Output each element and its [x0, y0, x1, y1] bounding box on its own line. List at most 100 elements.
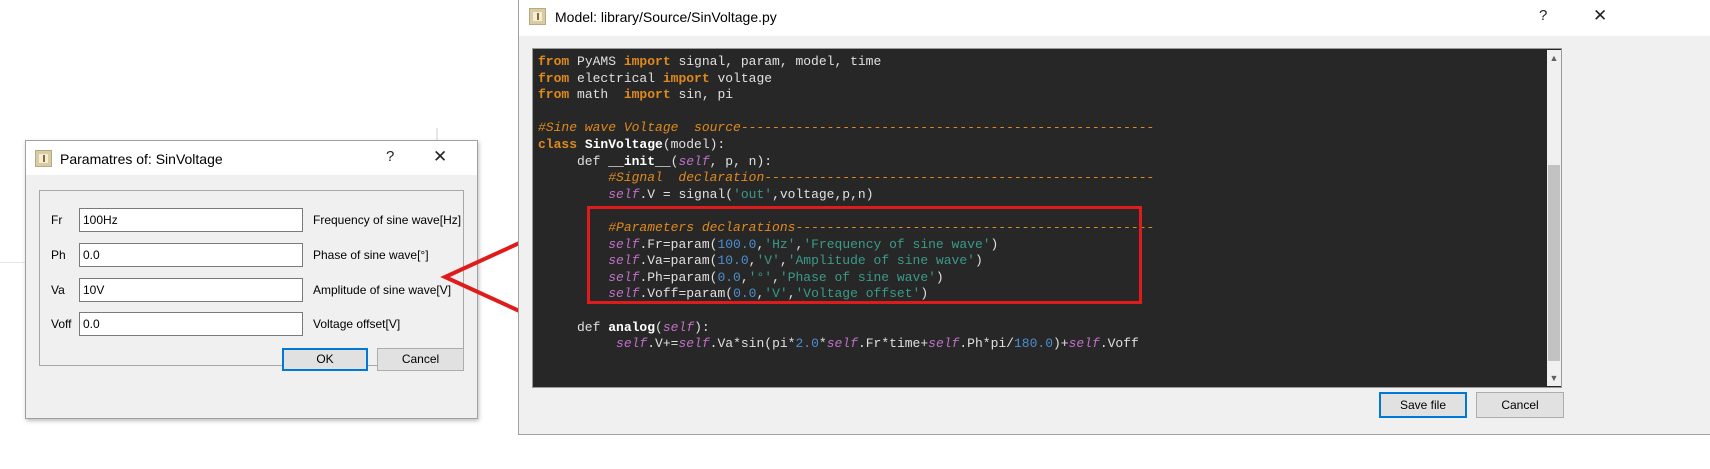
code-line: self.V = signal('out',voltage,p,n) — [538, 187, 1154, 204]
code-token: sin, pi — [678, 87, 734, 103]
code-token: import — [662, 70, 718, 86]
param-description: Voltage offset[V] — [313, 317, 401, 331]
code-line: class SinVoltage(model): — [538, 137, 1154, 154]
background-line — [0, 262, 25, 263]
cancel-button[interactable]: Cancel — [1476, 392, 1564, 418]
parameters-dialog: Paramatres of: SinVoltage ? ✕ Fr Frequen… — [25, 140, 478, 419]
code-token: 2.0 — [795, 336, 819, 352]
code-token: .Ph*pi/ — [959, 336, 1014, 352]
save-file-button[interactable]: Save file — [1379, 392, 1467, 418]
code-token: signal, param, model, time — [678, 54, 882, 69]
param-value-input[interactable] — [79, 243, 303, 267]
code-token: PyAMS — [577, 54, 624, 69]
ok-button[interactable]: OK — [282, 348, 368, 371]
code-token: .Fr*time+ — [857, 336, 929, 352]
code-token: self — [608, 186, 640, 202]
code-token: SinVoltage — [584, 136, 663, 152]
help-button[interactable]: ? — [1539, 7, 1547, 24]
code-token: #Sine wave Voltage source---------------… — [538, 120, 1155, 136]
code-token: )+ — [1053, 336, 1069, 352]
code-token: electrical — [577, 70, 663, 86]
code-line: #Sine wave Voltage source---------------… — [538, 120, 1154, 137]
code-token: self — [1068, 336, 1100, 352]
code-line: self.V+=self.Va*sin(pi*2.0*self.Fr*time+… — [538, 336, 1154, 353]
model-window-title: Model: library/Source/SinVoltage.py — [555, 9, 777, 25]
param-description: Frequency of sine wave[Hz] — [313, 213, 462, 227]
code-token: .V = signal( — [639, 186, 734, 202]
vertical-scrollbar[interactable]: ▲ ▼ — [1547, 50, 1561, 386]
code-token: self — [826, 336, 858, 352]
app-icon — [35, 150, 52, 167]
code-token: self — [678, 336, 710, 352]
code-token: ( — [655, 319, 663, 335]
code-line: from electrical import voltage — [538, 71, 1154, 88]
code-line: def analog(self): — [538, 320, 1154, 337]
code-token: ,voltage,p,n) — [772, 186, 874, 202]
param-description: Phase of sine wave[°] — [313, 248, 429, 262]
code-line: from PyAMS import signal, param, model, … — [538, 54, 1154, 71]
param-description: Amplitude of sine wave[V] — [313, 283, 452, 297]
code-token: #Signal declaration---------------------… — [608, 170, 1155, 186]
param-row-ph: Ph Phase of sine wave[°] — [40, 243, 463, 267]
model-titlebar: Model: library/Source/SinVoltage.py ? ✕ — [519, 0, 1710, 36]
code-token: * — [818, 336, 827, 352]
param-row-va: Va Amplitude of sine wave[V] — [40, 278, 463, 302]
code-token: self — [928, 336, 960, 352]
parameters-panel: Fr Frequency of sine wave[Hz] Ph Phase o… — [39, 190, 464, 366]
dialog-title: Paramatres of: SinVoltage — [60, 151, 223, 167]
param-label: Va — [51, 283, 65, 297]
code-token: self — [616, 336, 648, 352]
close-icon[interactable]: ✕ — [1593, 6, 1607, 26]
param-value-input[interactable] — [79, 312, 303, 336]
code-token: 180.0 — [1013, 336, 1053, 352]
code-text[interactable]: from PyAMS import signal, param, model, … — [538, 54, 1154, 353]
code-token: def — [538, 319, 609, 335]
param-value-input[interactable] — [79, 278, 303, 302]
code-token: analog — [608, 319, 656, 335]
code-token: import — [623, 54, 679, 69]
scroll-down-icon[interactable]: ▼ — [1547, 370, 1561, 386]
code-token: class — [538, 136, 585, 152]
app-icon — [529, 8, 546, 25]
code-token: , p, n): — [709, 153, 773, 169]
code-token: (model): — [662, 136, 726, 152]
code-line: from math import sin, pi — [538, 87, 1154, 104]
code-token: ): — [694, 319, 710, 335]
code-token: import — [623, 87, 679, 103]
scrollbar-thumb[interactable] — [1548, 165, 1560, 361]
param-label: Fr — [51, 213, 63, 227]
code-token: .Va*sin(pi* — [709, 336, 796, 352]
code-token: __init__ — [608, 153, 671, 169]
cancel-button[interactable]: Cancel — [377, 348, 464, 371]
code-token: 'out' — [733, 186, 773, 202]
code-token: self — [678, 153, 710, 169]
param-label: Ph — [51, 248, 66, 262]
param-row-voff: Voff Voltage offset[V] — [40, 312, 463, 336]
code-token: from — [538, 54, 578, 69]
param-label: Voff — [51, 317, 72, 331]
param-row-fr: Fr Frequency of sine wave[Hz] — [40, 208, 463, 232]
help-button[interactable]: ? — [386, 148, 394, 165]
close-icon[interactable]: ✕ — [433, 147, 447, 167]
param-value-input[interactable] — [79, 208, 303, 232]
code-editor[interactable]: from PyAMS import signal, param, model, … — [532, 48, 1562, 388]
code-token: math — [577, 87, 624, 103]
code-line: def __init__(self, p, n): — [538, 154, 1154, 171]
code-token: from — [538, 70, 578, 86]
code-token: def — [538, 153, 609, 169]
code-token: voltage — [717, 70, 773, 86]
highlight-box — [587, 206, 1142, 304]
code-line: #Signal declaration---------------------… — [538, 170, 1154, 187]
code-token: .V+= — [647, 336, 679, 352]
background-line — [436, 128, 438, 140]
code-token: .Voff — [1099, 336, 1139, 352]
scroll-up-icon[interactable]: ▲ — [1547, 50, 1561, 66]
code-token: self — [662, 319, 695, 335]
dialog-titlebar: Paramatres of: SinVoltage ? ✕ — [26, 141, 477, 175]
model-editor-window: Model: library/Source/SinVoltage.py ? ✕ … — [518, 0, 1710, 435]
